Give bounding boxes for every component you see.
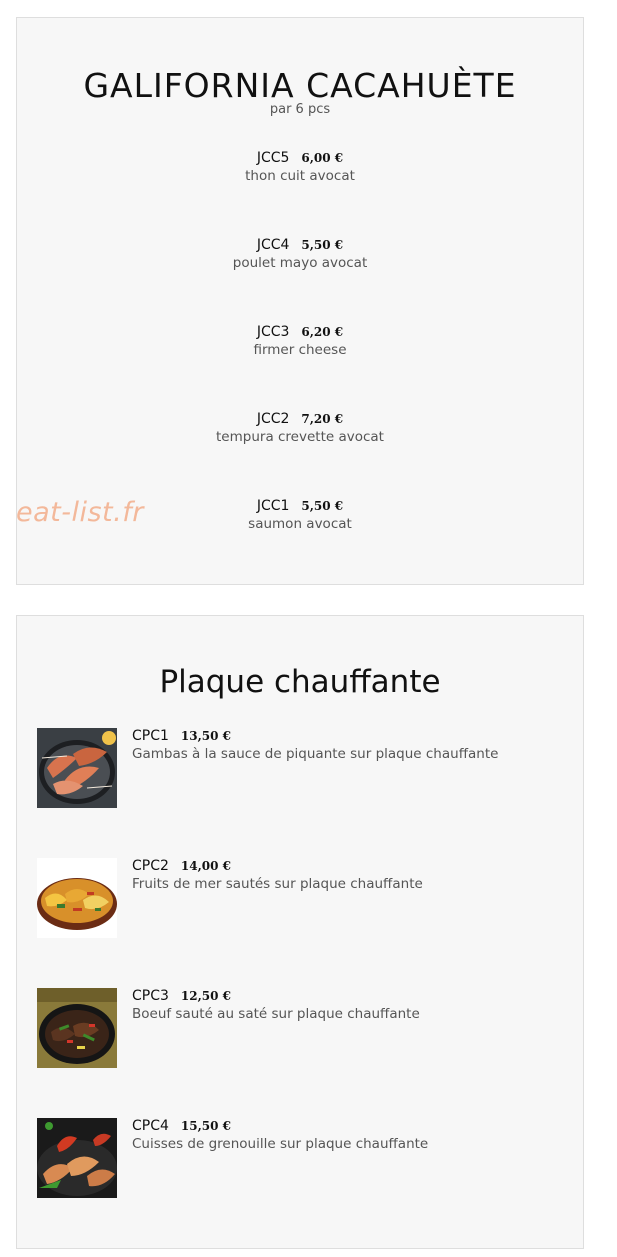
item-code: JCC3: [256, 324, 290, 340]
item-description: thon cuit avocat: [245, 168, 355, 184]
item-code: CPC4: [132, 1118, 169, 1134]
item-code: JCC2: [256, 411, 290, 427]
plaque-chauffante-section: Plaque chauffante CPC1 13,50 € Gambas à l…: [16, 615, 584, 1249]
menu-item-jcc4: JCC4 5,50 € poulet mayo avocat: [17, 237, 583, 271]
menu-item-cpc1: CPC1 13,50 € Gambas à la sauce de piquant…: [37, 728, 577, 808]
item-description: tempura crevette avocat: [216, 429, 384, 445]
item-price: 5,50 €: [301, 499, 344, 513]
menu-item-cpc3: CPC3 12,50 € Boeuf sauté au saté sur plaq…: [37, 988, 577, 1068]
item-description: Cuisses de grenouille sur plaque chauffa…: [132, 1136, 429, 1152]
item-price: 7,20 €: [301, 412, 344, 426]
item-code: JCC5: [256, 150, 290, 166]
item-description: Fruits de mer sautés sur plaque chauffan…: [132, 876, 423, 892]
menu-item-jcc5: JCC5 6,00 € thon cuit avocat: [17, 150, 583, 184]
item-price: 14,00 €: [180, 859, 232, 873]
sauteed-seafood-photo: [37, 858, 117, 938]
item-code: JCC4: [256, 237, 290, 253]
item-price: 6,00 €: [301, 151, 344, 165]
item-price: 15,50 €: [180, 1119, 232, 1133]
item-code: CPC3: [132, 988, 169, 1004]
section-title: Plaque chauffante: [159, 664, 441, 700]
frog-legs-photo: [37, 1118, 117, 1198]
item-code: CPC2: [132, 858, 169, 874]
section-subtitle: par 6 pcs: [269, 102, 331, 117]
menu-item-jcc2: JCC2 7,20 € tempura crevette avocat: [17, 411, 583, 445]
item-code: JCC1: [256, 498, 290, 514]
menu-item-jcc3: JCC3 6,20 € firmer cheese: [17, 324, 583, 358]
beef-sate-photo: [37, 988, 117, 1068]
item-description: poulet mayo avocat: [232, 255, 368, 271]
item-price: 5,50 €: [301, 238, 344, 252]
menu-item-cpc4: CPC4 15,50 € Cuisses de grenouille sur pl…: [37, 1118, 577, 1198]
menu-item-cpc2: CPC2 14,00 € Fruits de mer sautés sur pla…: [37, 858, 577, 938]
item-price: 6,20 €: [301, 325, 344, 339]
grilled-shrimp-photo: [37, 728, 117, 808]
item-code: CPC1: [132, 728, 169, 744]
watermark-text: eat-list.fr: [16, 497, 144, 528]
item-description: Boeuf sauté au saté sur plaque chauffant…: [132, 1006, 420, 1022]
item-description: Gambas à la sauce de piquante sur plaque…: [132, 746, 499, 762]
item-description: firmer cheese: [253, 342, 347, 358]
item-price: 12,50 €: [180, 989, 232, 1003]
section-title: GALIFORNIA CACAHUÈTE: [83, 66, 517, 105]
item-price: 13,50 €: [180, 729, 232, 743]
